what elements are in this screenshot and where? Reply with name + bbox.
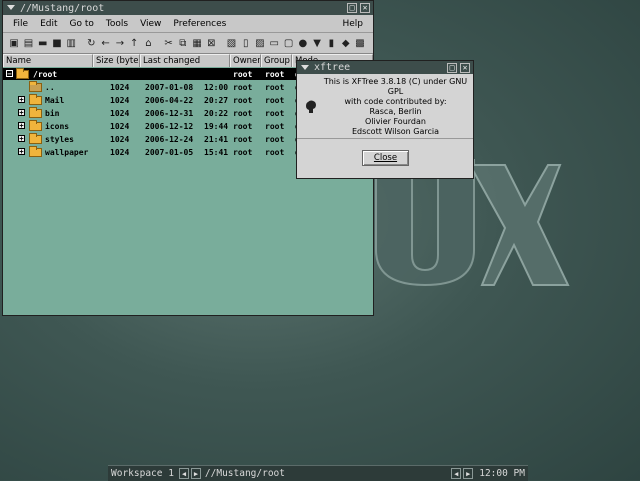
up-icon[interactable]: ↑ xyxy=(128,37,140,50)
dialog-menu-icon[interactable] xyxy=(300,63,310,73)
expand-icon[interactable]: + xyxy=(18,96,25,104)
about-dialog: xftree □ ✕ This is XFTree 3.8.18 (C) und… xyxy=(296,60,474,179)
expand-icon[interactable]: + xyxy=(18,148,25,156)
folder-icon xyxy=(29,94,42,105)
menu-tools[interactable]: Tools xyxy=(106,19,128,29)
exit-icon[interactable]: ▩ xyxy=(354,37,366,50)
folder-open-icon xyxy=(16,68,29,79)
col-last-changed[interactable]: Last changed xyxy=(140,54,230,68)
maximize-icon[interactable]: □ xyxy=(347,3,357,13)
expand-icon[interactable]: + xyxy=(18,122,25,130)
dialog-line: with code contributed by: xyxy=(344,97,447,106)
folder-icon xyxy=(29,107,42,118)
clock: 12:00 PM xyxy=(479,468,525,479)
menu-edit[interactable]: Edit xyxy=(40,19,57,29)
folder-icon xyxy=(29,120,42,131)
info-head-icon xyxy=(306,100,316,113)
dialog-titlebar[interactable]: xftree □ ✕ xyxy=(297,61,473,74)
dialog-line: Olivier Fourdan xyxy=(365,117,426,126)
maximize-icon[interactable]: □ xyxy=(447,62,457,73)
workspace-label[interactable]: Workspace 1 xyxy=(108,467,177,480)
col-size[interactable]: Size (bytes) xyxy=(93,54,140,68)
cut-icon[interactable]: ✂ xyxy=(162,37,174,50)
window-menu-icon[interactable] xyxy=(6,3,16,13)
new-file-icon[interactable]: ▢ xyxy=(282,37,294,50)
expand-icon[interactable]: + xyxy=(18,135,25,143)
menu-help[interactable]: Help xyxy=(342,19,363,29)
parent-dir-icon xyxy=(29,81,42,92)
refresh-icon[interactable]: ↻ xyxy=(85,37,97,50)
drive-icon[interactable]: ▬ xyxy=(37,37,49,50)
open-icon[interactable]: ▤ xyxy=(22,37,34,50)
window-title: //Mustang/root xyxy=(20,2,105,14)
delete-icon[interactable]: ⊠ xyxy=(205,37,217,50)
next-task-icon[interactable]: ▶ xyxy=(463,468,474,479)
properties-icon[interactable]: ▧ xyxy=(225,37,237,50)
forward-icon[interactable]: → xyxy=(114,37,126,50)
paste-icon[interactable]: ▦ xyxy=(191,37,203,50)
find-icon[interactable]: ▥ xyxy=(65,37,77,50)
folder-icon xyxy=(29,133,42,144)
menu-goto[interactable]: Go to xyxy=(70,19,94,29)
col-owner[interactable]: Owner xyxy=(230,54,261,68)
menu-view[interactable]: View xyxy=(140,19,161,29)
copy-icon[interactable]: ⧉ xyxy=(177,37,189,50)
toolbar: ▣ ▤ ▬ ■ ▥ ↻ ← → ↑ ⌂ ✂ ⧉ ▦ ⊠ ▧ ▯ ▨ ▭ ▢ ● … xyxy=(3,33,373,54)
menu-bar: File Edit Go to Tools View Preferences H… xyxy=(3,15,373,33)
columns-icon[interactable]: ▯ xyxy=(240,37,252,50)
prev-workspace-icon[interactable]: ◀ xyxy=(178,468,189,479)
close-icon[interactable]: ✕ xyxy=(460,62,470,73)
taskbar: Workspace 1 ◀ ▶ //Mustang/root ◀ ▶ 12:00… xyxy=(108,465,528,481)
col-name[interactable]: Name xyxy=(3,54,93,68)
new-folder-icon[interactable]: ▭ xyxy=(268,37,280,50)
expand-icon[interactable]: + xyxy=(18,109,25,117)
dialog-message: This is XFTree 3.8.18 (C) under GNU GPL … xyxy=(323,77,468,137)
dialog-line: Edscott Wilson Garcia xyxy=(351,127,439,136)
dialog-title: xftree xyxy=(314,62,351,73)
home-icon[interactable]: ⌂ xyxy=(142,37,154,50)
new-window-icon[interactable]: ▣ xyxy=(8,37,20,50)
back-icon[interactable]: ← xyxy=(99,37,111,50)
info-icon[interactable]: ● xyxy=(297,37,309,50)
window-titlebar[interactable]: //Mustang/root □ ✕ xyxy=(3,1,373,15)
kill-icon[interactable]: ◆ xyxy=(340,37,352,50)
menu-preferences[interactable]: Preferences xyxy=(173,19,226,29)
dialog-line: Rasca, Berlin xyxy=(369,107,422,116)
collapse-icon[interactable]: − xyxy=(6,70,13,78)
task-button[interactable]: //Mustang/root xyxy=(201,468,449,479)
menu-file[interactable]: File xyxy=(13,19,28,29)
mount-icon[interactable]: ▼ xyxy=(311,37,323,50)
trash-icon[interactable]: ▮ xyxy=(325,37,337,50)
close-button[interactable]: Close xyxy=(362,150,409,166)
next-workspace-icon[interactable]: ▶ xyxy=(190,468,201,479)
wallpaper-text: UX xyxy=(430,229,432,231)
col-group[interactable]: Group xyxy=(261,54,292,68)
terminal-icon[interactable]: ■ xyxy=(51,37,63,50)
folder-icon xyxy=(29,146,42,157)
dialog-body: This is XFTree 3.8.18 (C) under GNU GPL … xyxy=(297,74,473,139)
layout-icon[interactable]: ▨ xyxy=(254,37,266,50)
close-icon[interactable]: ✕ xyxy=(360,3,370,13)
prev-task-icon[interactable]: ◀ xyxy=(451,468,462,479)
dialog-line: This is XFTree 3.8.18 (C) under GNU GPL xyxy=(323,77,468,96)
